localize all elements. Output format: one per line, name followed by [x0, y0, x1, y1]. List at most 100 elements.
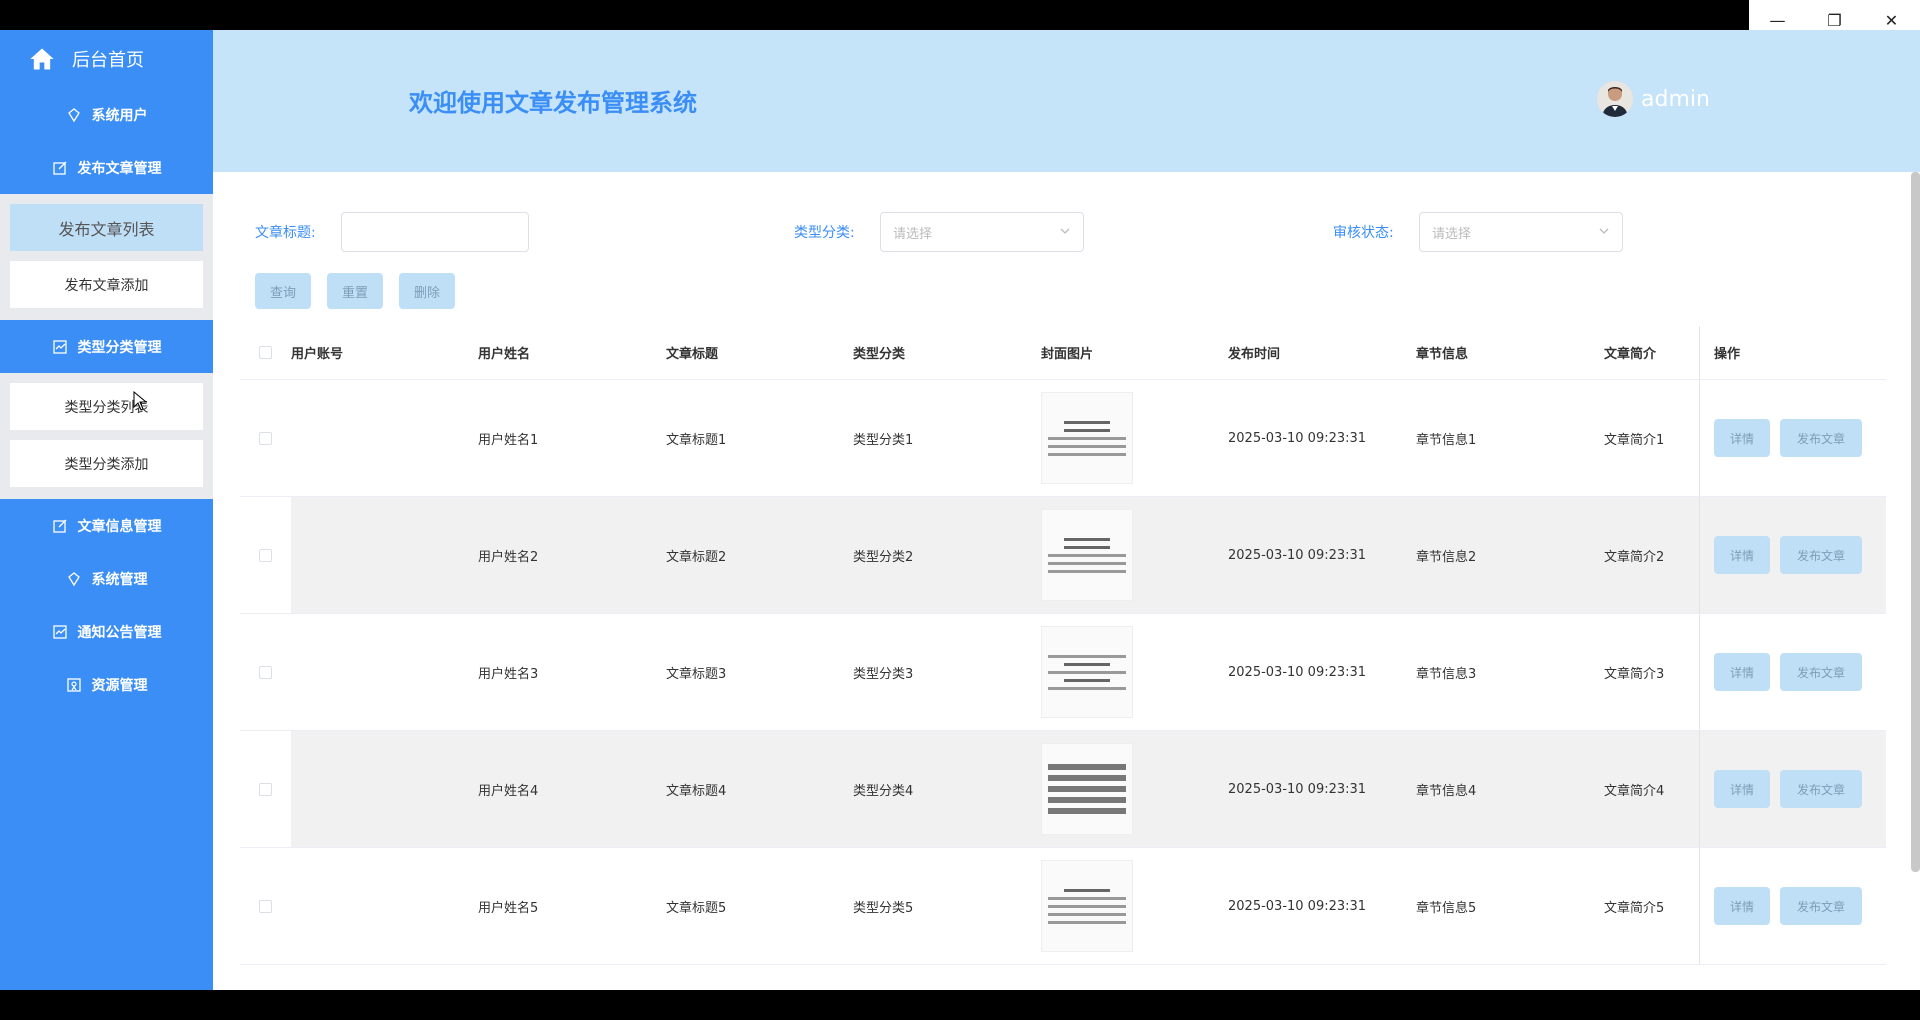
sidebar: 后台首页 系统用户 发布文章管理 发布文章列表 发布文章添加 类型分类管理 类型… — [0, 30, 213, 990]
row-checkbox[interactable] — [259, 548, 272, 562]
col-intro: 文章简介 — [1604, 347, 1657, 362]
cell-name: 用户姓名4 — [478, 783, 539, 799]
title-filter-input[interactable] — [341, 212, 529, 252]
cell-title: 文章标题4 — [666, 783, 727, 799]
cell-category: 类型分类3 — [853, 666, 914, 682]
cell-name: 用户姓名1 — [478, 432, 539, 448]
detail-button[interactable]: 详情 — [1714, 536, 1770, 574]
page-title: 欢迎使用文章发布管理系统 — [409, 89, 697, 117]
sidebar-sub-category-list[interactable]: 类型分类列表 — [10, 383, 203, 430]
table-row: 用户姓名4 文章标题4 类型分类4 2025-03-10 09:23:31 章节… — [240, 731, 1886, 848]
detail-button[interactable]: 详情 — [1714, 419, 1770, 457]
avatar — [1597, 81, 1633, 117]
diamond-icon — [67, 571, 80, 586]
cell-time: 2025-03-10 09:23:31 — [1228, 664, 1367, 680]
title-filter-label: 文章标题: — [255, 225, 316, 241]
sidebar-item-label: 文章信息管理 — [77, 518, 162, 535]
cell-chapter: 章节信息1 — [1416, 432, 1477, 448]
review-filter-select[interactable]: 请选择 — [1419, 212, 1623, 252]
row-checkbox[interactable] — [259, 899, 272, 913]
cell-category: 类型分类2 — [853, 549, 914, 565]
cell-name: 用户姓名2 — [478, 549, 539, 565]
vertical-scrollbar[interactable] — [1911, 172, 1920, 872]
sidebar-sub-publish-list[interactable]: 发布文章列表 — [10, 204, 203, 251]
sidebar-item-notice-management[interactable]: 通知公告管理 — [0, 605, 213, 658]
cell-title: 文章标题3 — [666, 666, 727, 682]
detail-button[interactable]: 详情 — [1714, 653, 1770, 691]
sidebar-item-system-management[interactable]: 系统管理 — [0, 552, 213, 605]
mouse-cursor-icon — [133, 391, 147, 411]
select-all-checkbox[interactable] — [259, 346, 272, 359]
cell-intro: 文章简介1 — [1604, 432, 1665, 448]
chevron-down-icon — [1060, 228, 1070, 234]
main-content: 文章标题: 类型分类: 请选择 审核状态: 请选择 查询 重置 删除 用户账号 … — [213, 172, 1920, 990]
cover-image — [1041, 509, 1133, 601]
cell-category: 类型分类4 — [853, 783, 914, 799]
table-row: 用户姓名3 文章标题3 类型分类3 2025-03-10 09:23:31 章节… — [240, 614, 1886, 731]
col-cover: 封面图片 — [1041, 347, 1094, 362]
cell-title: 文章标题2 — [666, 549, 727, 565]
col-name: 用户姓名 — [478, 347, 531, 362]
badge-icon — [66, 677, 81, 692]
review-filter-placeholder: 请选择 — [1432, 226, 1472, 242]
table-row: 用户姓名5 文章标题5 类型分类5 2025-03-10 09:23:31 章节… — [240, 848, 1886, 965]
filter-bar: 文章标题: 类型分类: 请选择 审核状态: 请选择 — [213, 212, 1913, 252]
cell-intro: 文章简介2 — [1604, 549, 1665, 565]
publish-button[interactable]: 发布文章 — [1780, 770, 1862, 808]
chart-icon — [52, 339, 67, 354]
category-filter-placeholder: 请选择 — [893, 226, 933, 242]
cell-time: 2025-03-10 09:23:31 — [1228, 781, 1367, 797]
home-icon — [30, 48, 54, 70]
sidebar-item-publish-management[interactable]: 发布文章管理 — [0, 141, 213, 194]
cell-chapter: 章节信息5 — [1416, 900, 1477, 916]
row-checkbox[interactable] — [259, 782, 272, 796]
col-account: 用户账号 — [291, 347, 344, 362]
reset-button[interactable]: 重置 — [327, 273, 383, 309]
col-chapter: 章节信息 — [1416, 347, 1469, 362]
publish-button[interactable]: 发布文章 — [1780, 536, 1862, 574]
os-bottom-bar — [0, 990, 1920, 1020]
cell-time: 2025-03-10 09:23:31 — [1228, 547, 1367, 563]
user-menu[interactable]: admin — [1597, 81, 1710, 117]
sidebar-item-category-management[interactable]: 类型分类管理 — [0, 320, 213, 373]
publish-button[interactable]: 发布文章 — [1780, 419, 1862, 457]
delete-button[interactable]: 删除 — [399, 273, 455, 309]
detail-button[interactable]: 详情 — [1714, 770, 1770, 808]
sidebar-item-resource-management[interactable]: 资源管理 — [0, 658, 213, 711]
row-checkbox[interactable] — [259, 665, 272, 679]
sidebar-item-label: 发布文章管理 — [77, 160, 162, 177]
sidebar-sub-category-add[interactable]: 类型分类添加 — [10, 440, 203, 487]
sidebar-item-label: 系统用户 — [91, 107, 148, 124]
category-filter-select[interactable]: 请选择 — [880, 212, 1084, 252]
publish-button[interactable]: 发布文章 — [1780, 887, 1862, 925]
query-button[interactable]: 查询 — [255, 273, 311, 309]
action-buttons: 查询 重置 删除 — [255, 273, 455, 309]
cell-intro: 文章简介4 — [1604, 783, 1665, 799]
cell-chapter: 章节信息3 — [1416, 666, 1477, 682]
edit-icon — [52, 161, 66, 175]
sidebar-sub-publish-add[interactable]: 发布文章添加 — [10, 261, 203, 308]
cell-name: 用户姓名3 — [478, 666, 539, 682]
col-title: 文章标题 — [666, 347, 719, 362]
row-checkbox[interactable] — [259, 431, 272, 445]
cover-image — [1041, 392, 1133, 484]
cell-chapter: 章节信息2 — [1416, 549, 1477, 565]
submenu-category: 类型分类列表 类型分类添加 — [0, 373, 213, 499]
os-title-bar — [0, 0, 1920, 30]
cell-chapter: 章节信息4 — [1416, 783, 1477, 799]
cell-title: 文章标题5 — [666, 900, 727, 916]
page-header: 欢迎使用文章发布管理系统 admin — [213, 30, 1920, 172]
sidebar-item-label: 资源管理 — [91, 677, 148, 694]
detail-button[interactable]: 详情 — [1714, 887, 1770, 925]
cell-intro: 文章简介5 — [1604, 900, 1665, 916]
sidebar-item-system-users[interactable]: 系统用户 — [0, 88, 213, 141]
chart-icon — [52, 624, 67, 639]
sidebar-item-article-info[interactable]: 文章信息管理 — [0, 499, 213, 552]
cover-image — [1041, 626, 1133, 718]
col-actions: 操作 — [1699, 326, 1886, 379]
table-header: 用户账号 用户姓名 文章标题 类型分类 封面图片 发布时间 章节信息 文章简介 … — [240, 326, 1886, 380]
cover-image — [1041, 860, 1133, 952]
sidebar-item-label: 系统管理 — [91, 571, 148, 588]
publish-button[interactable]: 发布文章 — [1780, 653, 1862, 691]
sidebar-home[interactable]: 后台首页 — [0, 30, 213, 88]
